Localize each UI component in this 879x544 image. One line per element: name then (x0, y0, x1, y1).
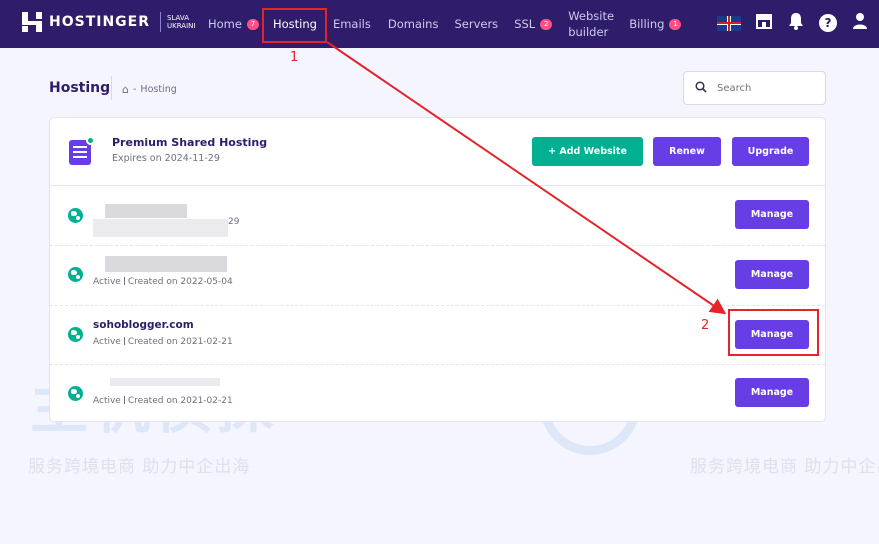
annotation-arrow (326, 41, 727, 315)
